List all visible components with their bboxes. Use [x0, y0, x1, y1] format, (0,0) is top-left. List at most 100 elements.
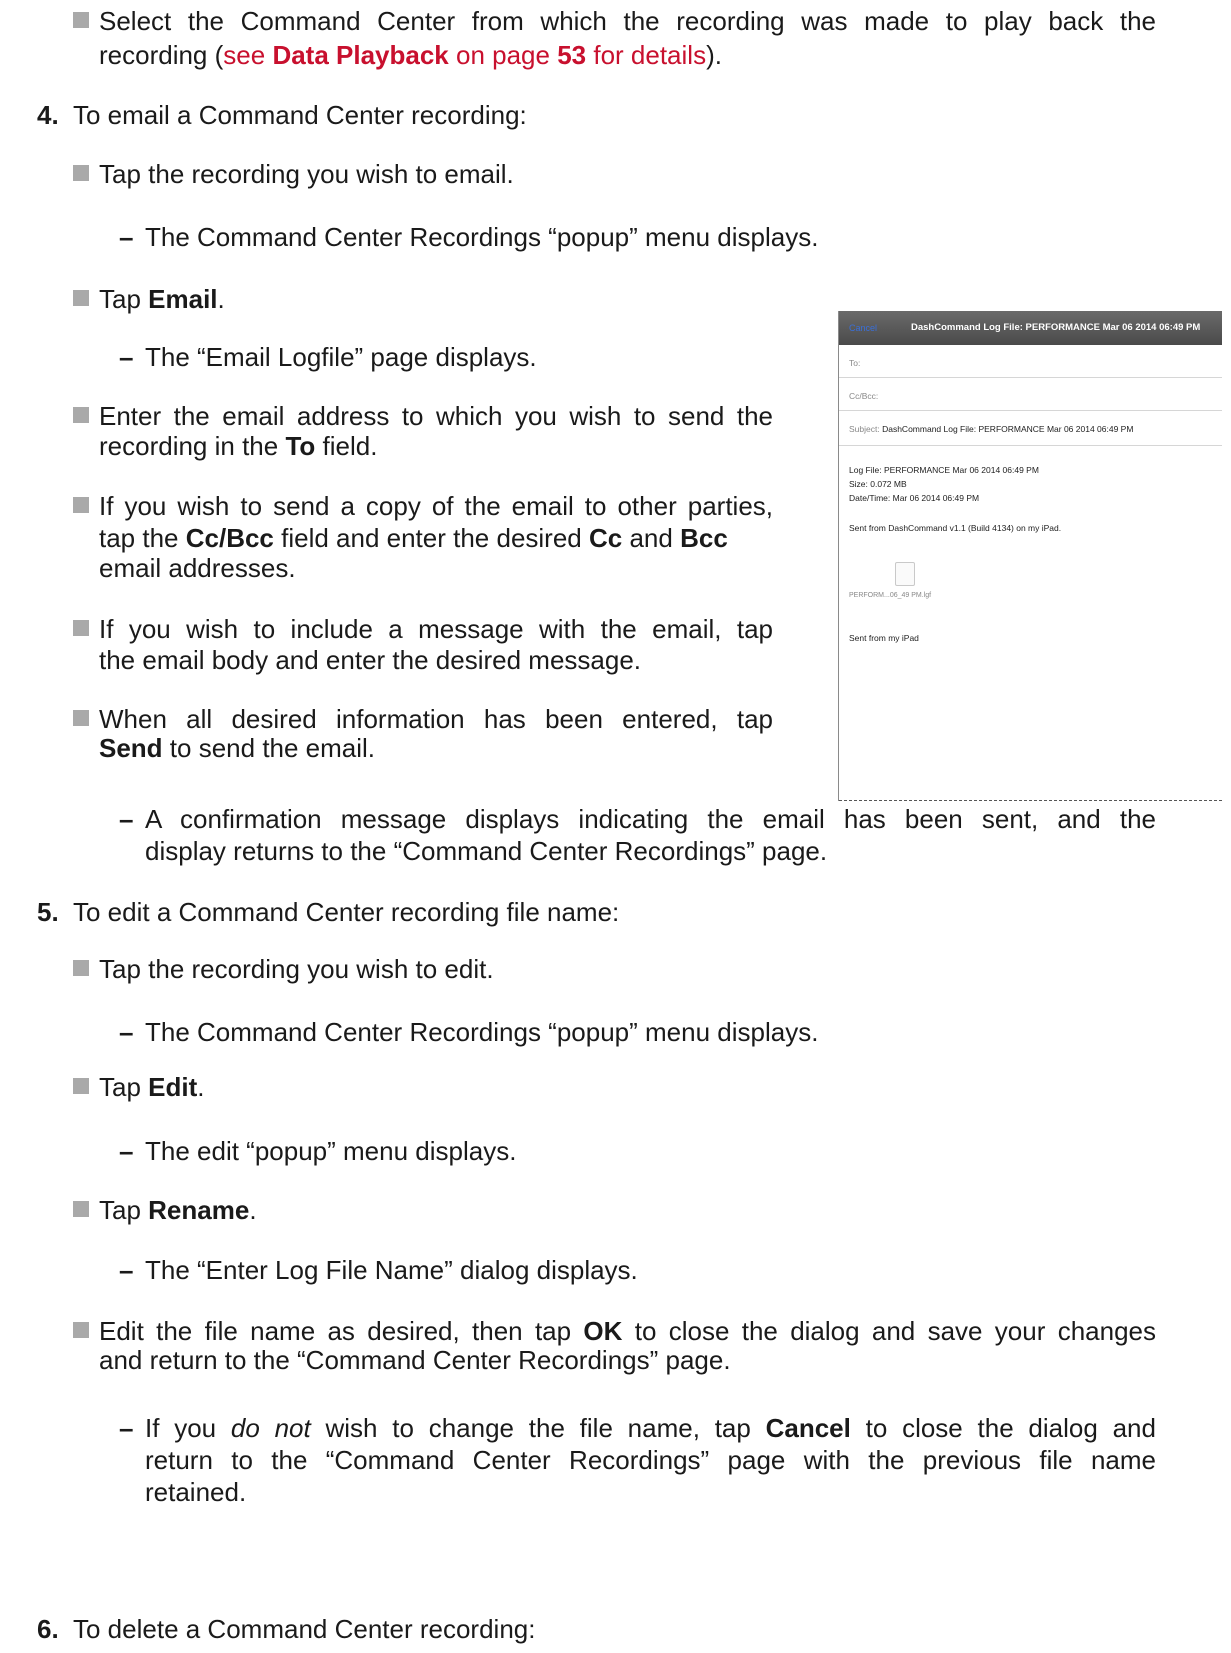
- bullet-marker: [73, 497, 89, 513]
- step5-bullet3-sub: The “Enter Log File Name” dialog display…: [145, 1255, 638, 1285]
- email-body[interactable]: Log File: PERFORMANCE Mar 06 2014 06:49 …: [839, 446, 1222, 800]
- email-term: Email: [148, 284, 218, 314]
- bullet-marker: [73, 1322, 89, 1338]
- attachment-name: PERFORM...06_49 PM.lgf: [849, 592, 932, 599]
- step5-b4-pre: Edit the file name as desired, then tap: [99, 1316, 584, 1346]
- step5-number: 5.: [37, 897, 59, 927]
- step6-text: To delete a Command Center recording:: [73, 1614, 536, 1644]
- step4-bullet5-line2: the email body and enter the desired mes…: [99, 645, 642, 675]
- subject-field[interactable]: Subject: DashCommand Log File: PERFORMAN…: [839, 411, 1222, 446]
- step4-bullet5-line1: If you wish to include a message with th…: [99, 614, 773, 644]
- dash-marker: –: [119, 804, 134, 834]
- step4-bullet2-sub: The “Email Logfile” page displays.: [145, 342, 537, 372]
- bullet-marker: [73, 290, 89, 306]
- step4-bullet1-sub: The Command Center Recordings “popup” me…: [145, 222, 819, 252]
- subject-label: Subject:: [849, 424, 880, 434]
- step5-text: To edit a Command Center recording file …: [73, 897, 620, 927]
- step4-bullet4-line2: tap the Cc/Bcc field and enter the desir…: [99, 521, 728, 555]
- dash-marker: –: [119, 1413, 134, 1443]
- step5-bullet4-sub-line1: If you do not wish to change the file na…: [145, 1411, 1156, 1445]
- cc-bcc-field[interactable]: Cc/Bcc:: [839, 378, 1222, 411]
- step5-b4sub-post: to close the dialog and: [850, 1413, 1156, 1443]
- intro-bullet-line2: recording (see Data Playback on page 53 …: [99, 38, 1156, 72]
- step5-b2-pre: Tap: [99, 1072, 149, 1102]
- body-size-line: Size: 0.072 MB: [849, 479, 907, 489]
- dash-marker: –: [119, 1136, 134, 1166]
- step4-b3-pre: recording in the: [99, 431, 286, 461]
- step4-b3-post: field.: [315, 431, 378, 461]
- body-logfile-line: Log File: PERFORMANCE Mar 06 2014 06:49 …: [849, 465, 1039, 475]
- intro-line2-pre: recording (: [99, 40, 224, 70]
- see-text: see: [223, 40, 273, 70]
- step5-bullet3: Tap Rename.: [99, 1193, 257, 1227]
- step4-b4-pre: tap the: [99, 523, 186, 553]
- email-header-bar: Cancel DashCommand Log File: PERFORMANCE…: [839, 311, 1222, 345]
- body-sent-from-app: Sent from DashCommand v1.1 (Build 4134) …: [849, 523, 1062, 533]
- step5-b4sub-pre: If you: [145, 1413, 231, 1443]
- step4-bullet4-line3: email addresses.: [99, 553, 296, 583]
- cc-bcc-term: Cc/Bcc: [185, 523, 274, 553]
- bullet-marker: [73, 407, 89, 423]
- step4-number: 4.: [37, 100, 59, 130]
- bullet-marker: [73, 165, 89, 181]
- step4-b4-mid: field and enter the desired: [273, 523, 589, 553]
- step4-bullet6-line2: Send to send the email.: [99, 731, 375, 765]
- rename-term: Rename: [148, 1195, 250, 1225]
- to-field[interactable]: To:: [839, 345, 1222, 378]
- step5-bullet4-sub-line2: return to the “Command Center Recordings…: [145, 1445, 1156, 1475]
- bullet-marker: [73, 1201, 89, 1217]
- step6-number: 6.: [37, 1614, 59, 1644]
- dash-marker: –: [119, 1255, 134, 1285]
- bcc-term: Bcc: [680, 523, 728, 553]
- step4-bullet3-line2: recording in the To field.: [99, 429, 377, 463]
- step5-bullet1: Tap the recording you wish to edit.: [99, 954, 494, 984]
- step5-b3-pre: Tap: [99, 1195, 149, 1225]
- step4-bullet1: Tap the recording you wish to email.: [99, 159, 514, 189]
- bullet-marker: [73, 710, 89, 726]
- step5-b4sub-mid: wish to change the file name, tap: [310, 1413, 766, 1443]
- step4-text: To email a Command Center recording:: [73, 100, 527, 130]
- step4-bullet4-line1: If you wish to send a copy of the email …: [99, 491, 773, 521]
- ok-term: OK: [583, 1316, 623, 1346]
- step5-bullet1-sub: The Command Center Recordings “popup” me…: [145, 1017, 819, 1047]
- step4-b2-pre: Tap: [99, 284, 149, 314]
- step4-bullet6-sub-line1: A confirmation message displays indicati…: [145, 804, 1156, 834]
- edit-term: Edit: [148, 1072, 198, 1102]
- email-header-title: DashCommand Log File: PERFORMANCE Mar 06…: [911, 322, 1201, 333]
- body-datetime-line: Date/Time: Mar 06 2014 06:49 PM: [849, 493, 980, 503]
- step5-b2-post: .: [197, 1072, 205, 1102]
- page-ref-number[interactable]: 53: [557, 40, 586, 70]
- step5-bullet4-line2: and return to the “Command Center Record…: [99, 1345, 731, 1375]
- cancel-button[interactable]: Cancel: [849, 311, 877, 345]
- data-playback-link[interactable]: Data Playback: [272, 40, 448, 70]
- cc-term: Cc: [589, 523, 623, 553]
- dash-marker: –: [119, 342, 134, 372]
- step4-b2-post: .: [217, 284, 225, 314]
- dash-marker: –: [119, 1017, 134, 1047]
- step4-b4-and: and: [622, 523, 681, 553]
- step5-bullet4-sub-line3: retained.: [145, 1477, 247, 1507]
- step5-bullet2-sub: The edit “popup” menu displays.: [145, 1136, 517, 1166]
- screenshot-bottom-edge: [839, 800, 1222, 801]
- email-logfile-screenshot: Cancel DashCommand Log File: PERFORMANCE…: [838, 311, 1222, 801]
- to-label: To:: [849, 358, 861, 368]
- step5-bullet2: Tap Edit.: [99, 1070, 205, 1104]
- intro-line2-post: ).: [706, 40, 722, 70]
- attachment-file-icon[interactable]: [895, 562, 915, 586]
- subject-value: DashCommand Log File: PERFORMANCE Mar 06…: [882, 424, 1134, 434]
- on-page-text: on page: [448, 40, 558, 70]
- dash-marker: –: [119, 222, 134, 252]
- step5-b4-post: to close the dialog and save your change…: [622, 1316, 1156, 1346]
- step4-bullet6-sub-line2: display returns to the “Command Center R…: [145, 836, 828, 866]
- to-term: To: [285, 431, 316, 461]
- bullet-marker: [73, 960, 89, 976]
- step4-bullet3-line1: Enter the email address to which you wis…: [99, 401, 773, 431]
- for-details-text: for details: [586, 40, 707, 70]
- bullet-marker: [73, 12, 89, 28]
- step4-b6-post: to send the email.: [162, 733, 376, 763]
- bullet-marker: [73, 1078, 89, 1094]
- intro-bullet-line1: Select the Command Center from which the…: [99, 6, 1156, 36]
- bullet-marker: [73, 620, 89, 636]
- send-term: Send: [99, 733, 163, 763]
- subject-line: Subject: DashCommand Log File: PERFORMAN…: [849, 423, 1133, 435]
